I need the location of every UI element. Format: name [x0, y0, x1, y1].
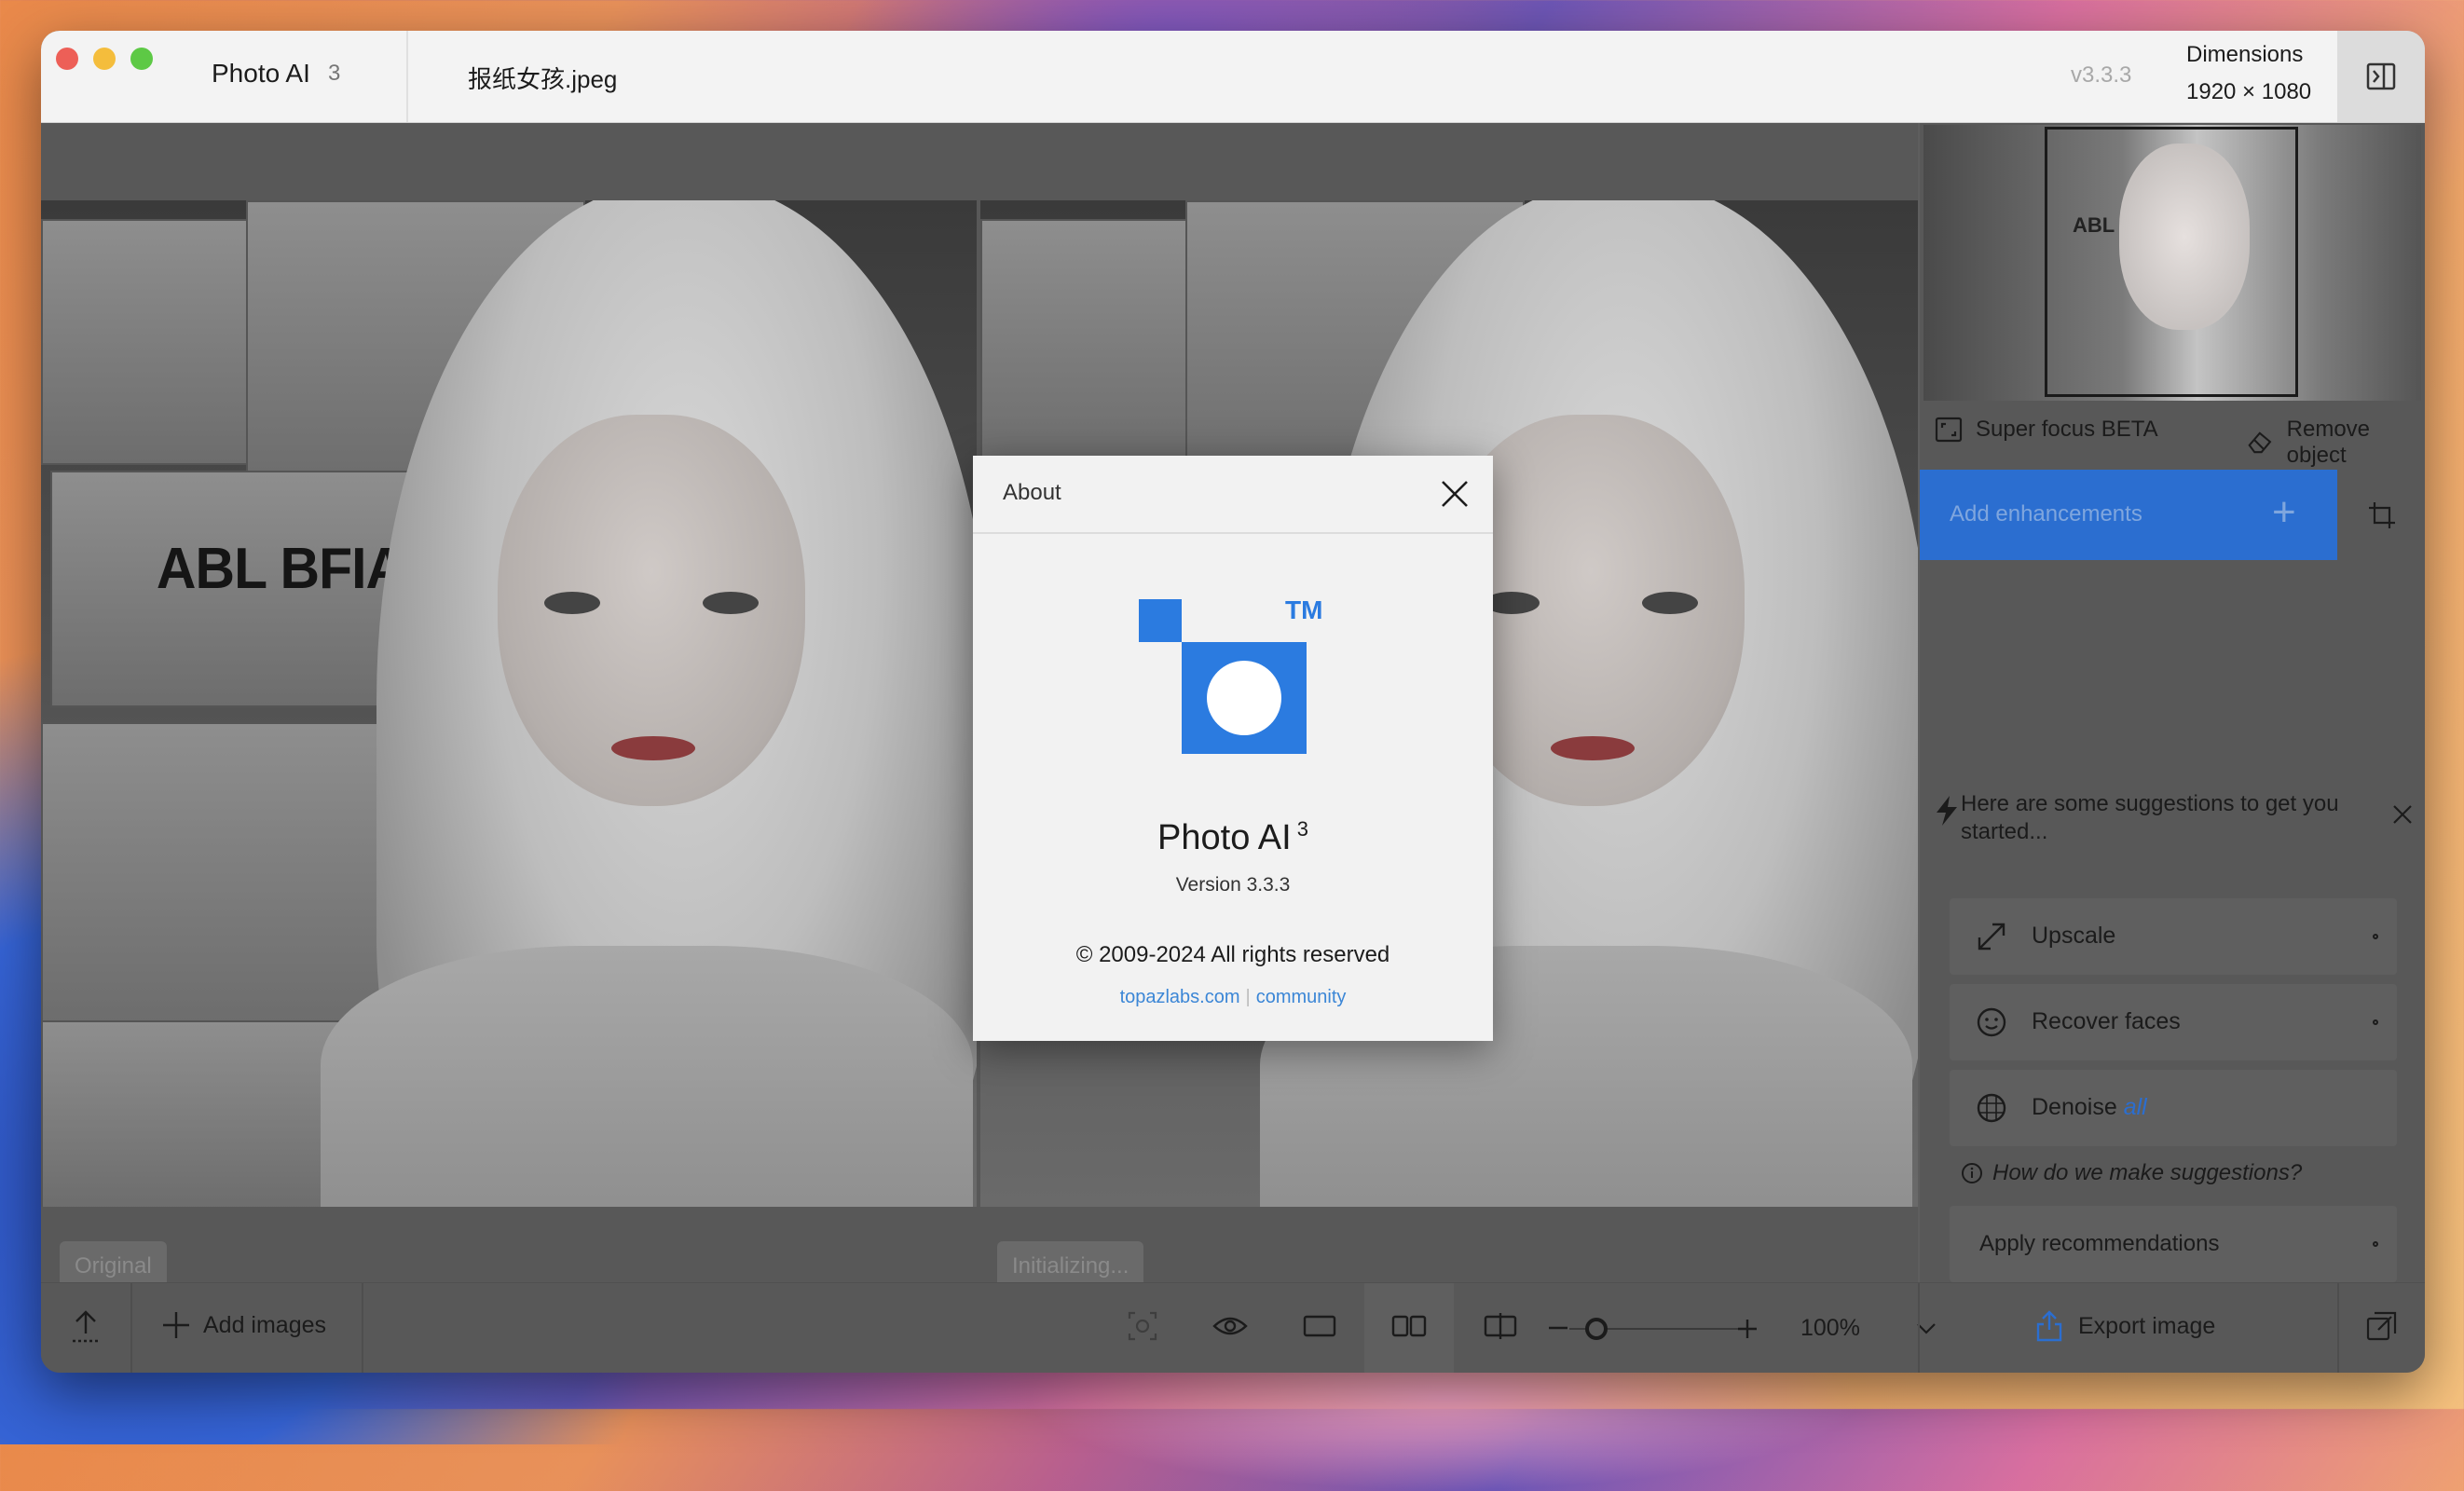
close-suggestions-icon[interactable]	[2391, 803, 2414, 826]
navigator-thumbnail[interactable]: ABL BFIAEF	[1923, 125, 2421, 401]
topaz-photo-ai-logo	[1139, 599, 1307, 754]
dimensions-label: Dimensions	[2186, 42, 2304, 67]
super-focus-icon	[1935, 417, 1963, 443]
add-images-label: Add images	[203, 1311, 327, 1338]
batch-export-icon[interactable]	[2365, 1309, 2399, 1343]
trademark-mark: TM	[1285, 595, 1323, 624]
toggle-panel-button[interactable]	[2337, 31, 2425, 122]
about-version: Version 3.3.3	[1175, 874, 1291, 896]
product-name-text: Photo AI	[1157, 818, 1292, 857]
version-label: v3.3.3	[2071, 62, 2132, 88]
apply-recommendations-label: Apply recommendations	[1979, 1231, 2220, 1256]
about-dialog-title: About	[1003, 480, 1061, 505]
maximize-window-button[interactable]	[130, 48, 153, 70]
zoom-in-icon[interactable]	[1737, 1319, 1758, 1339]
original-photo: ABL BFIAEF	[41, 200, 977, 1207]
remove-object-label: Remove object	[2286, 417, 2371, 468]
remove-object-button[interactable]: Remove object	[2246, 417, 2425, 469]
snapshot-icon[interactable]	[1126, 1309, 1159, 1343]
suggestion-upscale[interactable]: Upscale	[1950, 898, 2397, 975]
toolbar-divider	[1918, 1283, 1920, 1373]
about-dialog: About TM Photo AI 3 Version 3.3.3 © 2009-…	[973, 456, 1493, 1041]
status-dot	[2373, 1241, 2378, 1247]
about-copyright: © 2009-2024 All rights reserved	[1075, 942, 1390, 967]
about-dialog-header: About	[973, 456, 1493, 534]
about-links: topazlabs.com | community	[973, 987, 1493, 1008]
close-window-button[interactable]	[56, 48, 78, 70]
add-enhancements-label: Add enhancements	[1950, 501, 2142, 527]
how-suggestions-link[interactable]: How do we make suggestions?	[1992, 1160, 2302, 1186]
original-image-pane[interactable]: ABL BFIAEF	[41, 200, 977, 1207]
side-by-side-button[interactable]	[1364, 1283, 1454, 1373]
eye-icon[interactable]	[1211, 1309, 1249, 1343]
title-bar: Photo AI 3 报纸女孩.jpeg v3.3.3 Dimensions 1…	[41, 31, 2425, 123]
file-name: 报纸女孩.jpeg	[468, 65, 618, 93]
suggestions-intro: Here are some suggestions to get you sta…	[1961, 791, 2339, 844]
super-focus-button[interactable]: Super focus BETA	[1935, 417, 2158, 443]
info-icon	[1962, 1163, 1982, 1183]
minimize-window-button[interactable]	[93, 48, 116, 70]
add-images-button[interactable]: Add images	[160, 1309, 326, 1341]
toolbar-divider	[362, 1283, 363, 1373]
split-view-icon[interactable]	[1482, 1309, 1519, 1343]
dimensions-value: 1920 × 1080	[2186, 79, 2312, 104]
denoise-mode-note: all	[2123, 1094, 2147, 1120]
side-by-side-icon	[1391, 1315, 1427, 1337]
link-separator: |	[1245, 987, 1251, 1007]
plus-icon: +	[2272, 489, 2296, 535]
suggestion-label: Recover faces	[2032, 1008, 2181, 1034]
single-view-icon[interactable]	[1301, 1309, 1338, 1343]
export-image-button[interactable]: Export image	[2035, 1309, 2215, 1343]
apply-recommendations-button[interactable]: Apply recommendations	[1950, 1206, 2397, 1282]
zoom-slider-handle[interactable]	[1584, 1318, 1608, 1340]
status-dot	[2373, 934, 2378, 939]
noise-grid-icon	[1977, 1093, 2006, 1123]
title-divider	[406, 31, 408, 122]
app-name: Photo AI	[212, 59, 310, 88]
plus-icon	[163, 1312, 189, 1338]
smiley-face-icon	[1977, 1007, 2006, 1037]
suggestion-label: Upscale	[2032, 923, 2116, 949]
sidebar-toggle-icon	[2366, 62, 2396, 90]
eraser-icon	[2248, 431, 2272, 454]
suggestion-label: Denoise all	[2032, 1094, 2147, 1121]
expand-arrow-icon	[1978, 923, 2005, 951]
add-enhancements-button[interactable]: Add enhancements +	[1920, 470, 2337, 560]
status-dot	[2373, 1019, 2378, 1025]
toolbar-divider	[130, 1283, 132, 1373]
topazlabs-link[interactable]: topazlabs.com	[1120, 987, 1240, 1007]
viewport-frame[interactable]	[2045, 127, 2298, 397]
app-version-number: 3	[328, 61, 341, 86]
side-panel: ABL BFIAEF Super focus BETA Remove objec…	[1920, 123, 2425, 1282]
close-icon[interactable]	[1439, 478, 1471, 510]
about-product-name: Photo AI 3	[973, 817, 1493, 858]
export-image-label: Export image	[2078, 1312, 2216, 1339]
denoise-label: Denoise	[2032, 1094, 2117, 1120]
toolbar-divider	[2337, 1283, 2339, 1373]
zoom-level[interactable]: 100%	[1800, 1315, 1860, 1342]
product-version-sup: 3	[1296, 817, 1308, 841]
crop-button[interactable]	[2339, 470, 2425, 560]
upload-icon[interactable]	[69, 1309, 103, 1347]
crop-icon	[2369, 501, 2395, 528]
bottom-toolbar: Add images 100% Export image	[41, 1282, 2425, 1373]
super-focus-label: Super focus BETA	[1976, 417, 2158, 442]
lightning-icon	[1937, 796, 1957, 826]
share-export-icon	[2036, 1310, 2062, 1342]
community-link[interactable]: community	[1256, 987, 1347, 1007]
suggestion-recover-faces[interactable]: Recover faces	[1950, 984, 2397, 1060]
suggestion-denoise[interactable]: Denoise all	[1950, 1070, 2397, 1146]
zoom-out-icon[interactable]	[1549, 1326, 1567, 1330]
